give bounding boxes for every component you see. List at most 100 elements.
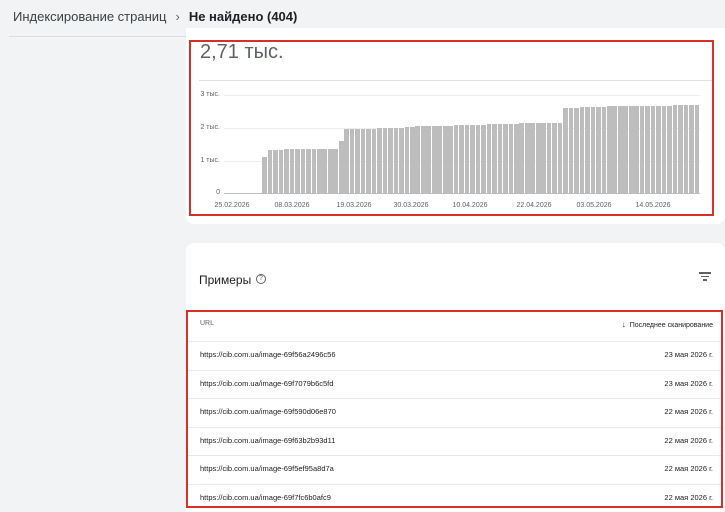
chart-bar[interactable]	[563, 107, 568, 193]
chart-bar[interactable]	[278, 149, 284, 193]
chart-bar[interactable]	[475, 124, 481, 193]
chart-bar[interactable]	[508, 124, 514, 193]
row-url-link[interactable]: https://cib.com.ua/image-69f7fc6b0afc9	[200, 493, 331, 502]
chart-bar[interactable]	[513, 123, 519, 193]
chevron-right-icon: ›	[175, 9, 180, 24]
chart-bar[interactable]	[694, 105, 700, 193]
row-url-link[interactable]: https://cib.com.ua/image-69f7079b6c5fd	[200, 379, 333, 388]
chart-bar[interactable]	[284, 149, 289, 193]
chart-bar[interactable]	[377, 128, 382, 193]
column-header-url[interactable]: URL	[200, 320, 214, 327]
chart-bar[interactable]	[442, 125, 448, 193]
chart-bar[interactable]	[552, 122, 557, 193]
chart-bar[interactable]	[497, 124, 503, 193]
chart-bar[interactable]	[596, 106, 601, 193]
row-url-link[interactable]: https://cib.com.ua/image-69f56a2496c56	[200, 350, 336, 359]
chart-bar[interactable]	[623, 106, 629, 193]
chart-bar[interactable]	[574, 107, 579, 193]
chart-bar[interactable]	[393, 127, 399, 193]
chart-bar[interactable]	[672, 105, 678, 193]
chart-bar[interactable]	[327, 148, 333, 193]
chart-bar[interactable]	[585, 106, 590, 193]
row-url-link[interactable]: https://cib.com.ua/image-69f590d06e870	[200, 407, 336, 416]
chart-bar[interactable]	[650, 105, 656, 193]
chart-bar[interactable]	[382, 127, 388, 193]
chart-bar[interactable]	[317, 148, 322, 193]
chart-bar[interactable]	[590, 106, 596, 193]
column-header-last-crawl[interactable]: ↓ Последнее сканирование	[622, 320, 713, 329]
chart-bar[interactable]	[415, 126, 421, 193]
chart-bar[interactable]	[459, 125, 464, 193]
chart-bar[interactable]	[273, 149, 278, 193]
chart-bar[interactable]	[656, 105, 661, 193]
chart-bar[interactable]	[481, 124, 486, 193]
breadcrumb-parent-link[interactable]: Индексирование страниц	[13, 9, 166, 24]
chart-bar[interactable]	[524, 123, 530, 193]
chart-bar[interactable]	[300, 149, 306, 193]
chart-bar[interactable]	[437, 126, 443, 193]
chart-bar[interactable]	[689, 105, 694, 193]
chart-bar[interactable]	[634, 106, 639, 193]
y-tick-label: 1 тыс.	[200, 157, 220, 164]
chart-bar[interactable]	[360, 129, 366, 193]
chart-bar[interactable]	[541, 123, 546, 193]
chart-bar[interactable]	[606, 106, 612, 193]
chart-bar[interactable]	[262, 157, 267, 193]
chart-bar[interactable]	[355, 129, 360, 193]
chart-bar[interactable]	[464, 125, 470, 193]
chart-bar[interactable]	[667, 105, 672, 193]
chart-bar[interactable]	[311, 148, 317, 193]
chart-bar[interactable]	[306, 148, 311, 193]
chart-bar[interactable]	[267, 149, 273, 193]
chart-bar[interactable]	[322, 148, 328, 193]
chart-bar[interactable]	[448, 125, 453, 193]
chart-bar[interactable]	[568, 107, 574, 193]
chart-bar[interactable]	[404, 127, 410, 193]
chart-bar[interactable]	[289, 149, 295, 193]
chart-bar[interactable]	[601, 106, 607, 193]
chart-bar[interactable]	[535, 123, 541, 193]
chart-bar[interactable]	[530, 123, 536, 193]
chart-bar[interactable]	[612, 106, 618, 193]
chart-bar[interactable]	[546, 122, 552, 193]
chart-bar[interactable]	[470, 125, 475, 193]
chart-bar[interactable]	[371, 128, 377, 193]
chart-bar[interactable]	[453, 125, 459, 193]
filter-icon[interactable]	[699, 270, 711, 282]
chart-bar[interactable]	[426, 126, 432, 193]
chart-bar[interactable]	[492, 124, 497, 193]
row-divider	[188, 398, 721, 399]
help-icon[interactable]: ?	[256, 274, 266, 284]
chart-bar[interactable]	[645, 106, 650, 193]
row-url-link[interactable]: https://cib.com.ua/image-69f63b2b93d11	[200, 436, 335, 445]
row-url-link[interactable]: https://cib.com.ua/image-69f5ef95a8d7a	[200, 464, 334, 473]
chart-bar[interactable]	[344, 129, 350, 193]
chart-bar[interactable]	[399, 127, 404, 193]
examples-title: Примеры	[199, 273, 252, 287]
page-title: Не найдено (404)	[188, 9, 298, 24]
chart-bar[interactable]	[366, 128, 371, 193]
chart-bar[interactable]	[661, 105, 667, 193]
chart-bar[interactable]	[338, 140, 344, 193]
chart-bar[interactable]	[617, 106, 623, 193]
chart-bar[interactable]	[628, 106, 634, 193]
chart-bar[interactable]	[678, 105, 683, 193]
chart-bar[interactable]	[410, 126, 415, 193]
chart-bar[interactable]	[557, 122, 563, 193]
grid-line	[224, 95, 700, 96]
chart-bar[interactable]	[333, 148, 339, 193]
summary-count: 2,71 тыс.	[200, 41, 284, 63]
chart-bar[interactable]	[683, 105, 689, 193]
chart-bar[interactable]	[431, 126, 437, 193]
row-date: 23 мая 2026 г.	[664, 350, 713, 359]
chart-bar[interactable]	[503, 124, 508, 193]
chart-bar[interactable]	[349, 129, 355, 193]
chart-bar[interactable]	[579, 107, 585, 193]
chart-bar[interactable]	[519, 123, 525, 193]
chart-bar[interactable]	[388, 127, 393, 193]
chart-bar[interactable]	[639, 106, 645, 193]
chart-bar[interactable]	[486, 124, 492, 193]
x-tick-label: 14.05.2026	[635, 202, 671, 209]
chart-bar[interactable]	[420, 126, 426, 193]
chart-bar[interactable]	[295, 149, 300, 193]
